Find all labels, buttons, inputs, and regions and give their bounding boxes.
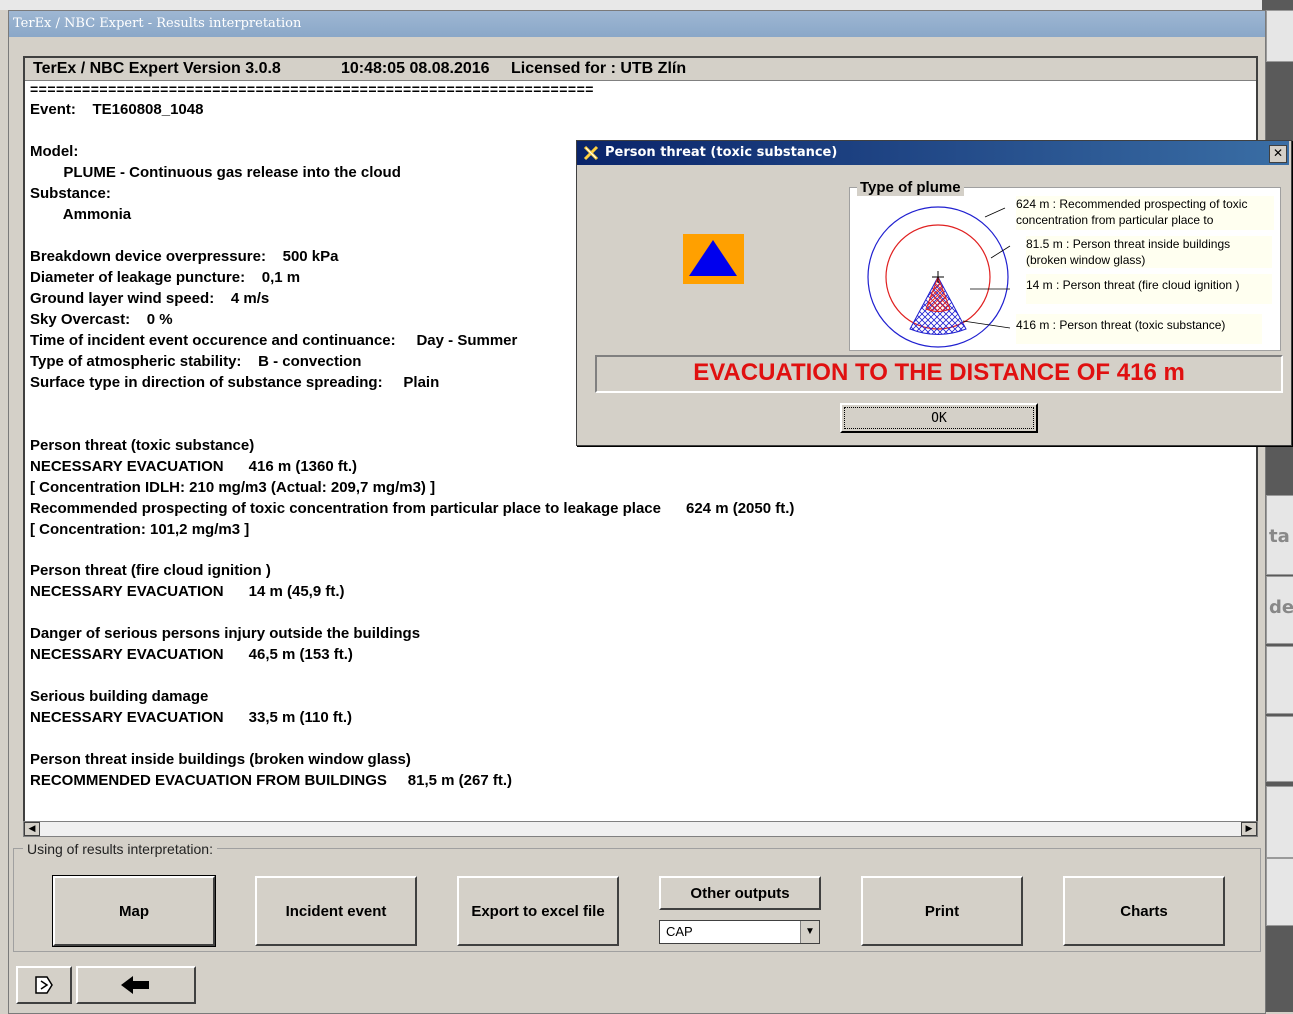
exit-icon	[35, 976, 53, 994]
charts-button[interactable]: Charts	[1063, 876, 1225, 946]
right-edge-panel	[1266, 858, 1293, 926]
report-datetime: 10:48:05 08.08.2016	[341, 60, 490, 77]
report-line: NECESSARY EVACUATION 33,5 m (110 ft.)	[30, 709, 353, 726]
plume-label: 624 m : Recommended prospecting of toxic…	[1016, 196, 1274, 230]
substance-value: Ammonia	[30, 206, 132, 223]
scroll-right-button[interactable]: ▶	[1241, 822, 1257, 836]
report-line: RECOMMENDED EVACUATION FROM BUILDINGS 81…	[30, 772, 512, 789]
report-line: [ Concentration: 101,2 mg/m3 ]	[30, 521, 250, 538]
plume-label: 416 m : Person threat (toxic substance)	[1016, 314, 1262, 344]
report-line: Time of incident event occurence and con…	[30, 332, 518, 349]
plume-diagram: 624 m : Recommended prospecting of toxic…	[849, 187, 1281, 351]
back-arrow-icon	[121, 976, 149, 994]
event-line: Event: TE160808_1048	[30, 101, 204, 118]
report-line: Diameter of leakage puncture: 0,1 m	[30, 269, 301, 286]
taskbar-strip	[0, 0, 1293, 10]
right-edge-panel	[1266, 786, 1293, 858]
report-line: Breakdown device overpressure: 500 kPa	[30, 248, 339, 265]
report-line: Recommended prospecting of toxic concent…	[30, 500, 795, 517]
report-line: NECESSARY EVACUATION 416 m (1360 ft.)	[30, 458, 358, 475]
dialog-title: Person threat (toxic substance)	[577, 141, 1289, 165]
plume-legend: Type of plume	[857, 179, 964, 196]
right-panel-text: del	[1269, 597, 1293, 618]
hazard-icon	[683, 234, 744, 284]
other-outputs-button[interactable]: Other outputs	[659, 876, 821, 910]
section-heading: Person threat (toxic substance)	[30, 437, 255, 454]
right-edge-panel	[1266, 10, 1293, 62]
section-heading: Serious building damage	[30, 688, 209, 705]
app-version: TerEx / NBC Expert Version 3.0.8	[33, 60, 281, 77]
plume-label: 81.5 m : Person threat inside buildings …	[1026, 236, 1272, 268]
back-button[interactable]	[76, 966, 196, 1004]
license-text: Licensed for : UTB Zlín	[511, 60, 687, 77]
scroll-left-button[interactable]: ◀	[24, 822, 40, 836]
report-line: Ground layer wind speed: 4 m/s	[30, 290, 270, 307]
plume-label: 14 m : Person threat (fire cloud ignitio…	[1026, 274, 1272, 304]
model-label: Model:	[30, 143, 79, 160]
right-edge-panel: ta	[1266, 495, 1293, 575]
report-line: NECESSARY EVACUATION 46,5 m (153 ft.)	[30, 646, 353, 663]
person-threat-dialog: Person threat (toxic substance) ✕ 624 m …	[576, 140, 1292, 446]
right-edge-panel: del	[1266, 576, 1293, 644]
report-header: TerEx / NBC Expert Version 3.0.8 10:48:0…	[25, 58, 1256, 81]
right-edge-panel	[1266, 646, 1293, 714]
tools-icon	[583, 145, 599, 161]
incident-event-button[interactable]: Incident event	[255, 876, 417, 946]
horizontal-scrollbar[interactable]: ◀ ▶	[23, 821, 1258, 837]
select-value: CAP	[666, 924, 693, 939]
close-icon[interactable]: ✕	[1269, 145, 1287, 163]
right-panel-text: ta	[1269, 526, 1290, 547]
report-line: NECESSARY EVACUATION 14 m (45,9 ft.)	[30, 583, 345, 600]
print-button[interactable]: Print	[861, 876, 1023, 946]
model-value: PLUME - Continuous gas release into the …	[30, 164, 401, 181]
report-line: Surface type in direction of substance s…	[30, 374, 440, 391]
other-outputs-select[interactable]: CAP ▼	[659, 920, 820, 944]
export-excel-button[interactable]: Export to excel file	[457, 876, 619, 946]
actions-group-label: Using of results interpretation:	[23, 841, 217, 857]
section-heading: Danger of serious persons injury outside…	[30, 625, 421, 642]
ok-button[interactable]: OK	[840, 403, 1038, 433]
separator-line: ========================================…	[30, 81, 594, 97]
report-line: Sky Overcast: 0 %	[30, 311, 173, 328]
report-line: Type of atmospheric stability: B - conve…	[30, 353, 362, 370]
map-button[interactable]: Map	[52, 875, 216, 947]
report-line: [ Concentration IDLH: 210 mg/m3 (Actual:…	[30, 479, 436, 496]
exit-button[interactable]	[16, 966, 72, 1004]
right-edge-panel	[1266, 716, 1293, 782]
substance-label: Substance:	[30, 185, 111, 202]
section-heading: Person threat inside buildings (broken w…	[30, 751, 411, 768]
window-title: TerEx / NBC Expert - Results interpretat…	[9, 11, 1265, 37]
chevron-down-icon[interactable]: ▼	[800, 921, 819, 943]
section-heading: Person threat (fire cloud ignition )	[30, 562, 271, 579]
evacuation-banner: EVACUATION TO THE DISTANCE OF 416 m	[595, 355, 1283, 393]
